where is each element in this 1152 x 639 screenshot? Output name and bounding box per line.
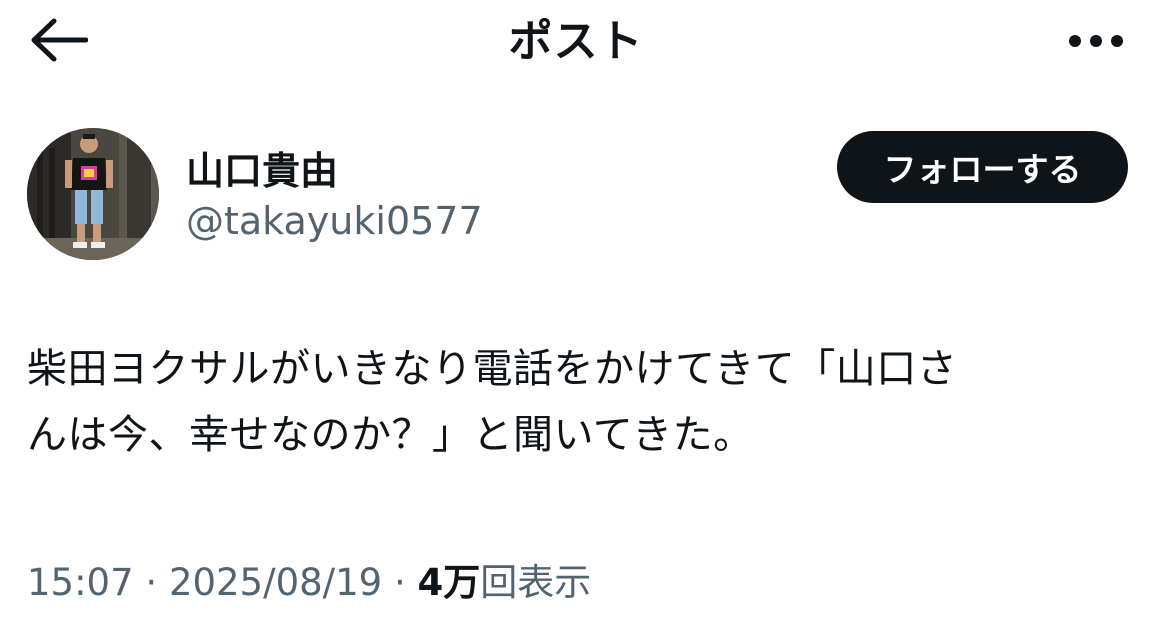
page-title: ポスト (508, 16, 644, 67)
more-options-button[interactable] (1064, 20, 1124, 64)
views-count: 4万 (417, 561, 481, 604)
author-display-name[interactable]: 山口貴由 (186, 148, 338, 194)
post-text-line-2: んは今、幸せなのか？」と聞いてきた。 (27, 412, 754, 458)
meta-separator: · (382, 561, 418, 604)
follow-button[interactable]: フォローする (837, 131, 1128, 203)
meta-separator: · (133, 561, 169, 604)
post-date[interactable]: 2025/08/19 (169, 561, 382, 604)
post-text-line-1: 柴田ヨクサルがいきなり電話をかけてきて「山口さ (27, 346, 958, 392)
views-label: 回表示 (480, 561, 592, 604)
post-meta: 15:07 · 2025/08/19 · 4万回表示 (27, 556, 591, 610)
post-time[interactable]: 15:07 (27, 561, 134, 604)
author-handle[interactable]: @takayuki0577 (186, 198, 483, 244)
avatar[interactable] (27, 128, 159, 260)
post-body: 柴田ヨクサルがいきなり電話をかけてきて「山口さ んは今、幸せなのか？」と聞いてき… (27, 336, 1127, 468)
top-bar: ポスト (0, 0, 1152, 84)
more-horizontal-icon (1068, 33, 1124, 52)
